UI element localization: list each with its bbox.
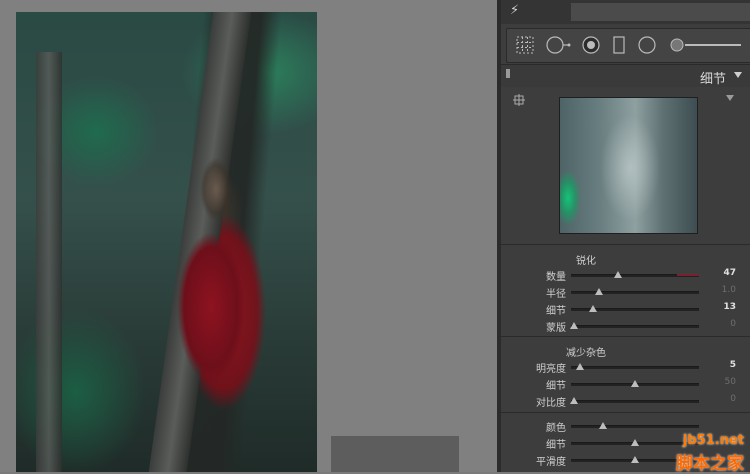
slider-label: 细节 [546, 381, 566, 392]
slider-label: 细节 [546, 440, 566, 451]
filmstrip-placeholder [331, 436, 459, 472]
red-eye-icon[interactable] [581, 35, 601, 55]
detail-section-header[interactable]: 细节 [501, 64, 750, 88]
slider-label: 蒙版 [546, 323, 566, 334]
slider-value[interactable]: 0 [730, 319, 736, 329]
slider-value[interactable]: 5 [730, 360, 736, 370]
slider-label: 细节 [546, 306, 566, 317]
panel-topbar: ⚡ [501, 0, 750, 24]
slider-track[interactable] [569, 397, 699, 404]
divider [501, 244, 750, 245]
graduated-filter-icon[interactable] [611, 35, 627, 55]
crop-overlay-icon[interactable] [515, 35, 535, 55]
histogram-slot [571, 3, 750, 21]
detail-preview-area [501, 87, 750, 243]
slider-label: 半径 [546, 289, 566, 300]
slider-track[interactable] [571, 363, 699, 370]
slider-thumb[interactable] [614, 271, 623, 278]
slider-track[interactable] [571, 271, 699, 278]
section-toggle[interactable] [506, 69, 510, 78]
sharpening-title: 锐化 [576, 256, 596, 267]
lightning-icon[interactable]: ⚡ [510, 3, 519, 18]
slider-track[interactable] [571, 439, 699, 446]
slider-thumb[interactable] [575, 363, 584, 370]
slider-thumb[interactable] [631, 439, 639, 446]
slider-track[interactable] [571, 422, 699, 429]
slider-track[interactable] [569, 322, 699, 329]
slider-value[interactable]: 47 [723, 268, 736, 278]
slider-label: 明亮度 [536, 364, 566, 375]
detail-zoom-preview[interactable] [559, 97, 698, 234]
section-title: 细节 [699, 72, 726, 87]
slider-value[interactable]: 1.0 [722, 285, 736, 295]
slider-thumb[interactable] [588, 305, 597, 312]
slider-thumb[interactable] [631, 380, 639, 387]
slider-row: 蒙版 0 [501, 319, 750, 334]
tree-trunk-left [36, 52, 62, 472]
slider-label: 平滑度 [536, 457, 566, 468]
watermark-url: jb51.net [682, 433, 744, 448]
slider-track[interactable] [571, 305, 699, 312]
slider-row: 细节 13 [501, 302, 750, 317]
watermark-logo: 脚本之家 [676, 454, 744, 474]
slider-thumb[interactable] [569, 322, 578, 329]
radial-filter-icon[interactable] [637, 35, 657, 55]
collapse-arrow-icon[interactable] [734, 72, 742, 78]
slider-track[interactable] [571, 380, 699, 387]
slider-row: 颜色 [501, 419, 750, 434]
slider-row: 半径 1.0 [501, 285, 750, 300]
slider-label: 数量 [546, 272, 566, 283]
noise-reduction-title: 减少杂色 [566, 348, 606, 359]
slider-thumb[interactable] [631, 456, 639, 463]
photo-preview[interactable] [16, 12, 317, 472]
slider-label: 颜色 [546, 423, 566, 434]
adjustment-brush-icon[interactable] [669, 35, 743, 55]
slider-value[interactable]: 50 [725, 377, 736, 387]
slider-row: 对比度 0 [501, 394, 750, 409]
slider-track[interactable] [571, 288, 699, 295]
slider-thumb[interactable] [569, 397, 578, 404]
divider [501, 336, 750, 337]
slider-row: 细节 50 [501, 377, 750, 392]
slider-thumb[interactable] [595, 288, 604, 295]
image-canvas[interactable] [0, 0, 497, 472]
slider-row: 数量 47 [501, 268, 750, 283]
preview-toggle-arrow-icon[interactable] [726, 95, 734, 101]
slider-accent [677, 274, 699, 276]
slider-thumb[interactable] [599, 422, 607, 429]
slider-row: 明亮度 5 [501, 360, 750, 375]
slider-label: 对比度 [536, 398, 566, 409]
slider-value[interactable]: 13 [723, 302, 736, 312]
tool-strip [506, 28, 750, 63]
develop-panel: ⚡ 细节 锐化 数量 47 半径 1.0 细节 13 蒙版 0 减少杂色 明亮度… [497, 0, 750, 472]
target-crosshair-icon[interactable] [513, 94, 525, 106]
slider-value[interactable]: 0 [730, 394, 736, 404]
spot-removal-icon[interactable] [545, 35, 571, 55]
divider [501, 412, 750, 413]
figure-hair [196, 147, 236, 232]
